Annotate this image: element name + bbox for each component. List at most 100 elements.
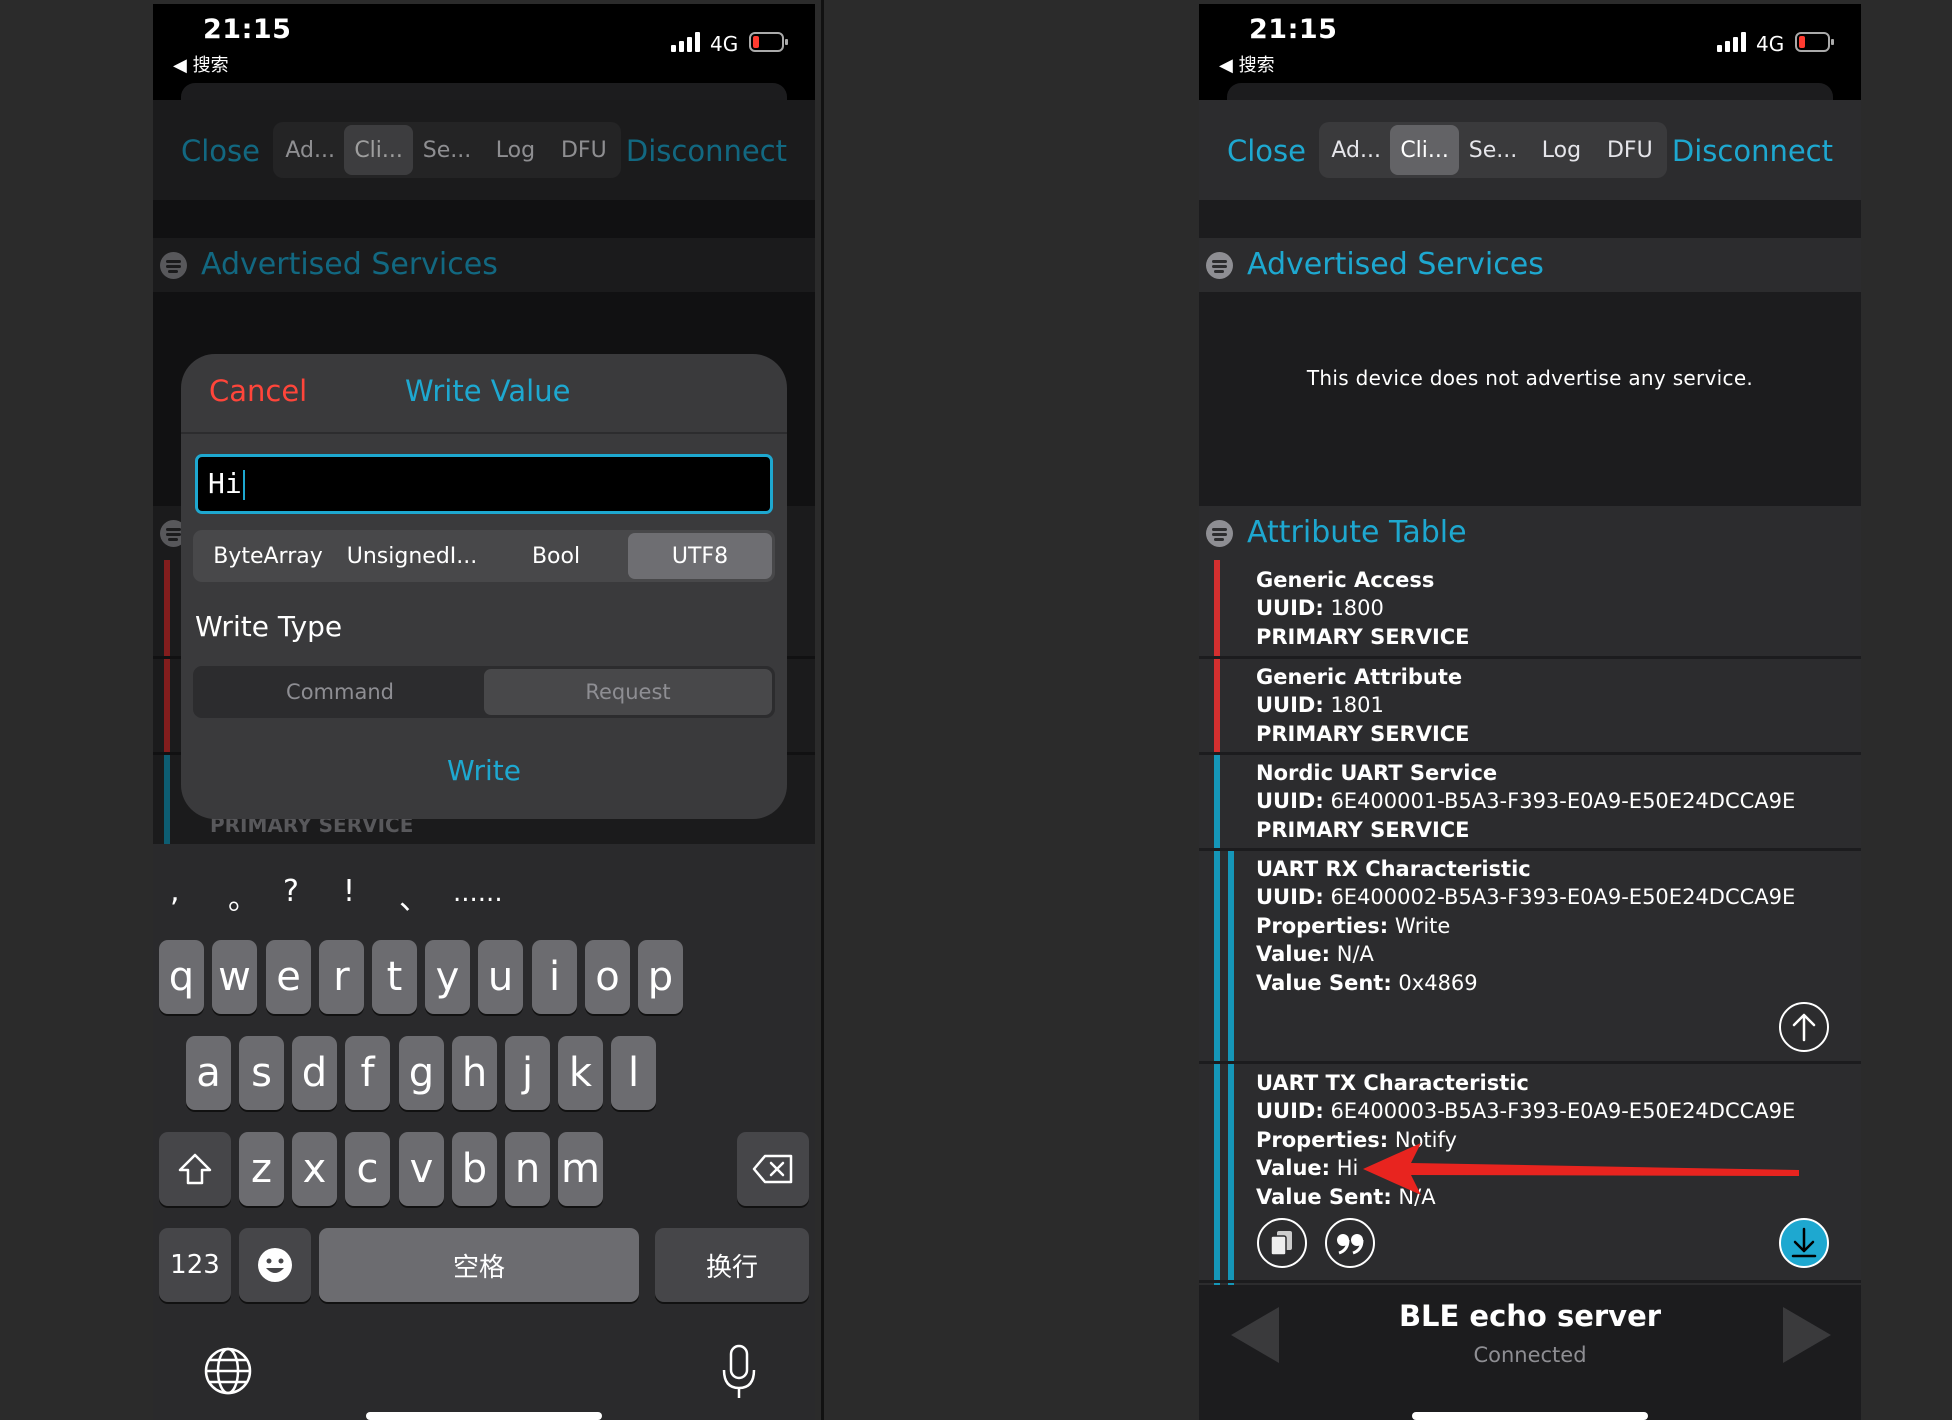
- list-icon: [1206, 252, 1233, 279]
- microphone-icon[interactable]: [721, 1344, 757, 1400]
- network-type: 4G: [710, 32, 739, 56]
- characteristic-value: Value: N/A: [1256, 940, 1374, 969]
- key-s[interactable]: s: [239, 1036, 284, 1110]
- key-v[interactable]: v: [399, 1132, 444, 1206]
- read-value-button[interactable]: [1779, 1218, 1829, 1268]
- value-sent-value: 0x4869: [1398, 971, 1478, 995]
- write-button[interactable]: Write: [181, 754, 787, 787]
- uuid-label: UUID:: [1256, 885, 1324, 909]
- characteristic-row-uart-rx[interactable]: UART RX Characteristic UUID: 6E400002-B5…: [1199, 851, 1861, 1061]
- candidate-question[interactable]: ?: [283, 874, 299, 909]
- write-type-command[interactable]: Command: [196, 669, 484, 715]
- service-type: PRIMARY SERVICE: [1256, 720, 1470, 749]
- format-unsigned-int[interactable]: UnsignedI...: [340, 533, 484, 579]
- back-to-search-link[interactable]: ◀ 搜索: [173, 51, 229, 77]
- service-type-text: PRIMARY SERVICE: [1256, 818, 1470, 842]
- connection-status: Connected: [1473, 1343, 1587, 1367]
- key-l[interactable]: l: [611, 1036, 656, 1110]
- tab-advertisement[interactable]: Ad...: [1322, 125, 1390, 175]
- service-name: Nordic UART Service: [1256, 759, 1497, 788]
- key-f[interactable]: f: [345, 1036, 390, 1110]
- globe-icon[interactable]: [203, 1346, 253, 1396]
- candidate-period[interactable]: 。: [228, 874, 258, 918]
- key-j[interactable]: j: [505, 1036, 550, 1110]
- service-name: Generic Attribute: [1256, 663, 1462, 692]
- cancel-button[interactable]: Cancel: [209, 374, 307, 408]
- key-t[interactable]: t: [372, 940, 417, 1014]
- show-descriptors-button[interactable]: [1325, 1218, 1375, 1268]
- key-q[interactable]: q: [159, 940, 204, 1014]
- service-row-generic-attribute[interactable]: Generic Attribute UUID: 1801 PRIMARY SER…: [1199, 659, 1861, 752]
- service-row-generic-access[interactable]: Generic Access UUID: 1800 PRIMARY SERVIC…: [1199, 560, 1861, 656]
- signal-icon: [1717, 32, 1746, 52]
- key-k[interactable]: k: [558, 1036, 603, 1110]
- key-g[interactable]: g: [399, 1036, 444, 1110]
- write-value-button[interactable]: [1779, 1002, 1829, 1052]
- key-e[interactable]: e: [266, 940, 311, 1014]
- signal-icon: [671, 32, 700, 52]
- key-b[interactable]: b: [452, 1132, 497, 1206]
- shift-key[interactable]: [159, 1132, 231, 1206]
- disconnect-button[interactable]: Disconnect: [1672, 134, 1833, 168]
- format-utf8[interactable]: UTF8: [628, 533, 772, 579]
- key-o[interactable]: o: [585, 940, 630, 1014]
- next-device-icon[interactable]: [1781, 1305, 1833, 1365]
- tab-log[interactable]: Log: [1527, 125, 1595, 175]
- properties-value: Write: [1394, 914, 1451, 938]
- space-key[interactable]: 空格: [319, 1228, 639, 1302]
- format-bytearray[interactable]: ByteArray: [196, 533, 340, 579]
- emoji-key[interactable]: [239, 1228, 311, 1302]
- service-color-bar: [1214, 851, 1220, 1061]
- network-type: 4G: [1756, 32, 1785, 56]
- tab-server[interactable]: Se...: [1459, 125, 1527, 175]
- key-i[interactable]: i: [532, 940, 577, 1014]
- candidate-comma[interactable]: ,: [170, 874, 180, 909]
- left-phone-screen: 21:15 ◀ 搜索 4G Close Ad... Cli... Se... L…: [153, 4, 815, 1420]
- key-d[interactable]: d: [292, 1036, 337, 1110]
- service-row-nordic-uart[interactable]: Nordic UART Service UUID: 6E400001-B5A3-…: [1199, 755, 1861, 848]
- candidate-exclamation[interactable]: !: [343, 874, 355, 909]
- back-to-search-link[interactable]: ◀ 搜索: [1219, 51, 1275, 77]
- value-input[interactable]: Hi: [195, 454, 773, 514]
- properties-label: Properties:: [1256, 914, 1389, 938]
- characteristic-color-bar: [1228, 1064, 1234, 1280]
- write-type-segmented-control: Command Request: [193, 666, 775, 718]
- key-c[interactable]: c: [345, 1132, 390, 1206]
- key-x[interactable]: x: [292, 1132, 337, 1206]
- key-h[interactable]: h: [452, 1036, 497, 1110]
- service-color-bar: [1214, 1064, 1220, 1280]
- key-u[interactable]: u: [478, 940, 523, 1014]
- value-label: Value:: [1256, 942, 1331, 966]
- write-value-dialog: Cancel Write Value Hi ByteArray Unsigned…: [181, 354, 787, 819]
- view-tab-control: Ad... Cli... Se... Log DFU: [1319, 122, 1667, 178]
- copy-value-button[interactable]: [1257, 1218, 1307, 1268]
- tab-dfu[interactable]: DFU: [1596, 125, 1664, 175]
- format-bool[interactable]: Bool: [484, 533, 628, 579]
- backspace-icon: [752, 1154, 793, 1184]
- key-y[interactable]: y: [425, 940, 470, 1014]
- delete-key[interactable]: [737, 1132, 809, 1206]
- characteristic-color-bar: [1228, 851, 1234, 1061]
- list-icon: [1206, 520, 1233, 547]
- key-p[interactable]: p: [638, 940, 683, 1014]
- uuid-value: 6E400002-B5A3-F393-E0A9-E50E24DCCA9E: [1330, 885, 1796, 909]
- return-key[interactable]: 换行: [655, 1228, 809, 1302]
- key-m[interactable]: m: [558, 1132, 603, 1206]
- dialog-title: Write Value: [405, 374, 571, 408]
- numbers-key[interactable]: 123: [159, 1228, 231, 1302]
- status-time: 21:15: [1249, 14, 1338, 45]
- key-z[interactable]: z: [239, 1132, 284, 1206]
- device-name: BLE echo server: [1398, 1299, 1662, 1333]
- write-type-request[interactable]: Request: [484, 669, 772, 715]
- candidate-ellipsis[interactable]: ......: [453, 878, 503, 908]
- download-arrow-icon: [1791, 1227, 1817, 1258]
- close-button[interactable]: Close: [1227, 134, 1306, 168]
- candidate-enumeration-comma[interactable]: 、: [399, 874, 429, 918]
- key-n[interactable]: n: [505, 1132, 550, 1206]
- attribute-table-header: Attribute Table: [1199, 506, 1861, 560]
- key-a[interactable]: a: [186, 1036, 231, 1110]
- key-r[interactable]: r: [319, 940, 364, 1014]
- key-w[interactable]: w: [212, 940, 257, 1014]
- tab-client[interactable]: Cli...: [1390, 125, 1459, 175]
- value-sent-label: Value Sent:: [1256, 971, 1392, 995]
